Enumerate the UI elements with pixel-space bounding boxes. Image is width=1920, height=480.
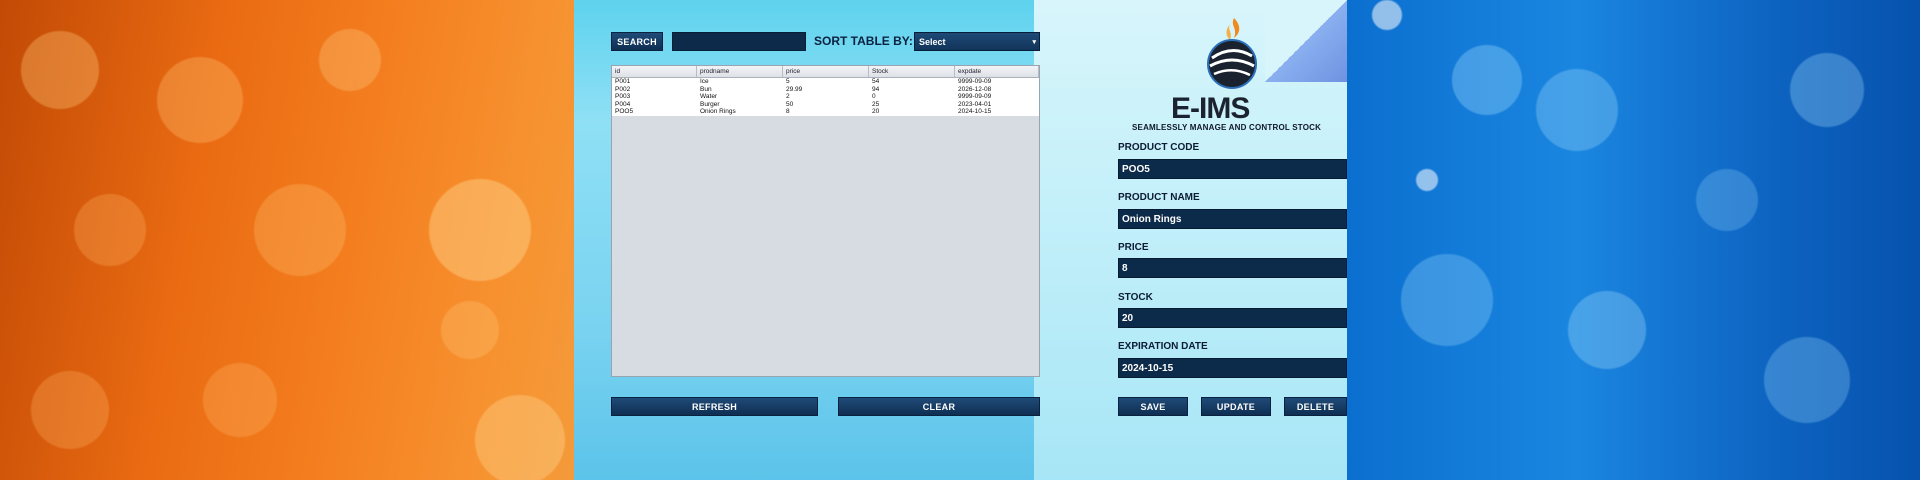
background-right <box>1347 0 1920 480</box>
table-row[interactable]: P001 Ice 5 54 9999-09-09 <box>612 78 1039 86</box>
column-header-prodname[interactable]: prodname <box>697 66 783 77</box>
table-cell: POO5 <box>615 108 634 115</box>
price-label: PRICE <box>1118 242 1149 253</box>
table-row[interactable]: P004 Burger 50 25 2023-04-01 <box>612 100 1039 108</box>
stock-field[interactable]: 20 <box>1118 308 1347 328</box>
table-cell: P002 <box>615 85 631 93</box>
update-button[interactable]: UPDATE <box>1201 397 1271 416</box>
expiration-date-label: EXPIRATION DATE <box>1118 341 1208 352</box>
column-header-id[interactable]: id <box>612 66 697 77</box>
table-cell: 94 <box>872 85 880 93</box>
table-cell: 2 <box>786 93 790 100</box>
table-cell: 54 <box>872 78 880 85</box>
table-cell: 0 <box>872 93 876 100</box>
search-button[interactable]: SEARCH <box>611 32 663 51</box>
stock-label: STOCK <box>1118 292 1153 303</box>
table-cell: 9999-09-09 <box>958 93 992 100</box>
table-cell: P001 <box>615 78 631 85</box>
table-cell: 5 <box>786 78 790 85</box>
expiration-date-field[interactable]: 2024-10-15 <box>1118 358 1347 378</box>
page-fold-decoration <box>1265 0 1347 82</box>
table-cell: Water <box>700 93 718 100</box>
chevron-down-icon: ▾ <box>1032 39 1036 46</box>
table-cell: Burger <box>700 100 720 108</box>
background-left <box>0 0 574 480</box>
column-header-price[interactable]: price <box>783 66 869 77</box>
e-ims-logo-icon <box>1207 18 1257 89</box>
sort-label: SORT TABLE BY: <box>814 34 913 48</box>
product-code-field[interactable]: POO5 <box>1118 159 1347 179</box>
product-code-label: PRODUCT CODE <box>1118 142 1200 153</box>
table-header: id prodname price Stock expdate <box>612 66 1039 78</box>
price-field[interactable]: 8 <box>1118 258 1347 278</box>
table-cell: Ice <box>700 78 709 85</box>
table-row[interactable]: P003 Water 2 0 9999-09-09 <box>612 93 1039 101</box>
table-cell: Onion Rings <box>700 108 736 115</box>
table-cell: 2026-12-08 <box>958 85 992 93</box>
table-cell: 25 <box>872 100 880 108</box>
table-cell: 2023-04-01 <box>958 100 992 108</box>
table-row[interactable]: POO5 Onion Rings 8 20 2024-10-15 <box>612 108 1039 116</box>
search-input[interactable] <box>672 32 806 51</box>
delete-button[interactable]: DELETE <box>1284 397 1347 416</box>
table-row[interactable]: P002 Bun 29.99 94 2026-12-08 <box>612 85 1039 93</box>
table-cell: 9999-09-09 <box>958 78 992 85</box>
app-tagline: SEAMLESSLY MANAGE AND CONTROL STOCK <box>1132 123 1322 132</box>
product-name-field[interactable]: Onion Rings <box>1118 209 1347 229</box>
sort-select[interactable]: Select ▾ <box>914 32 1040 51</box>
table-cell: 29.99 <box>786 85 803 93</box>
sort-select-value: Select <box>919 36 946 47</box>
column-header-stock[interactable]: Stock <box>869 66 955 77</box>
table-cell: 2024-10-15 <box>958 108 992 115</box>
column-header-expdate[interactable]: expdate <box>955 66 1039 77</box>
app-logo-text: E-IMS <box>1171 92 1250 125</box>
refresh-button[interactable]: REFRESH <box>611 397 818 416</box>
table-cell: 20 <box>872 108 880 115</box>
clear-button[interactable]: CLEAR <box>838 397 1040 416</box>
table-cell: 8 <box>786 108 790 115</box>
product-name-label: PRODUCT NAME <box>1118 192 1200 203</box>
table-cell: 50 <box>786 100 794 108</box>
table-cell: P003 <box>615 93 631 100</box>
table-cell: P004 <box>615 100 631 108</box>
table-cell: Bun <box>700 85 712 93</box>
product-table[interactable]: id prodname price Stock expdate P001 Ice… <box>611 65 1040 377</box>
save-button[interactable]: SAVE <box>1118 397 1188 416</box>
